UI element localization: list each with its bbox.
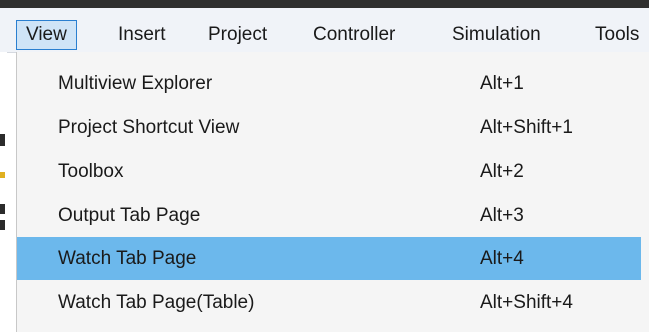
view-dropdown-menu: Multiview Explorer Alt+1 Project Shortcu… [16,52,649,332]
menu-item-label: Watch Tab Page [58,248,197,269]
edge-mark [0,204,5,214]
background-window-edge [0,52,7,332]
menu-item-shortcut: Alt+2 [480,161,524,182]
menu-item-watch-tab-page[interactable]: Watch Tab Page Alt+4 [17,237,641,280]
menu-simulation[interactable]: Simulation [452,20,541,50]
menu-item-shortcut: Alt+Shift+4 [480,292,573,313]
menu-item-shortcut: Alt+3 [480,205,524,226]
menu-item-shortcut: Alt+Shift+1 [480,117,573,138]
menu-item-shortcut: Alt+4 [480,248,524,269]
menu-item-label: Project Shortcut View [58,117,240,138]
menu-item-label: Multiview Explorer [58,73,213,94]
window-top-edge [0,0,649,8]
menu-project[interactable]: Project [208,20,267,50]
menu-item-label: Watch Tab Page(Table) [58,292,255,313]
menu-view[interactable]: View [16,20,77,50]
edge-mark [0,134,5,146]
menu-item-label: Output Tab Page [58,205,201,226]
menu-item-project-shortcut-view[interactable]: Project Shortcut View Alt+Shift+1 [17,106,641,149]
menu-item-multiview-explorer[interactable]: Multiview Explorer Alt+1 [17,62,641,105]
menu-item-watch-tab-page-table[interactable]: Watch Tab Page(Table) Alt+Shift+4 [17,281,641,324]
menu-insert[interactable]: Insert [118,20,166,50]
menu-controller[interactable]: Controller [313,20,395,50]
menu-item-toolbox[interactable]: Toolbox Alt+2 [17,150,641,193]
menu-item-output-tab-page[interactable]: Output Tab Page Alt+3 [17,194,641,237]
edge-mark [0,220,5,230]
menu-item-shortcut: Alt+1 [480,73,524,94]
edge-mark [0,172,5,178]
menu-tools[interactable]: Tools [595,20,639,50]
menu-bar: View Insert Project Controller Simulatio… [0,8,649,53]
menu-item-label: Toolbox [58,161,124,182]
